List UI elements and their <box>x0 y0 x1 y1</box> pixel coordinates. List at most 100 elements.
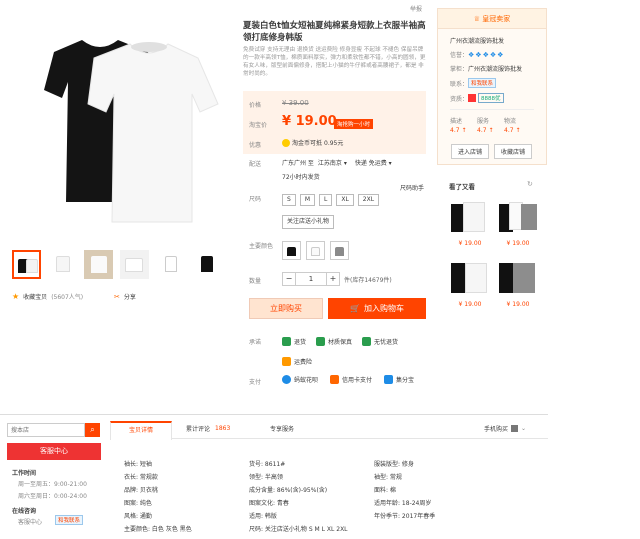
payment-jifenbao[interactable]: 集分宝 <box>384 375 414 384</box>
attr-item: 袖长: 短袖 <box>124 461 152 468</box>
recommend-item-3[interactable]: ¥ 19.00 <box>449 257 491 308</box>
recommend-item-4[interactable]: ¥ 19.00 <box>497 257 539 308</box>
report-link[interactable]: 举报 <box>410 4 422 13</box>
weekday-hours: 周一至周五：9:00-21:00 <box>18 481 87 488</box>
size-option-m[interactable]: M <box>299 194 315 206</box>
color-label: 主要颜色 <box>249 243 274 250</box>
favorite-count: (5607人气) <box>51 294 84 301</box>
qr-code-icon <box>511 425 519 432</box>
attr-item: 衣长: 常规款 <box>124 474 158 481</box>
recommend-item-1[interactable]: ¥ 19.00 <box>449 196 491 247</box>
tab-reviews[interactable]: 累计评论 1863 <box>186 424 230 433</box>
promise-material[interactable]: 材质保真 <box>316 336 352 346</box>
thumbnail-2[interactable] <box>48 250 77 279</box>
mobile-buy[interactable]: 手机购买 ⌄ <box>484 424 526 433</box>
promo-badge: 淘抢购一小时 <box>334 119 374 129</box>
return-icon <box>282 336 291 346</box>
credit-label: 信誉： <box>450 52 469 59</box>
size-helper-link[interactable]: 尺码助手 <box>400 183 424 192</box>
tab-reviews-count: 1863 <box>215 425 231 432</box>
size-option-gift[interactable]: 关注店送小礼物 <box>282 215 335 229</box>
collect-shop-button[interactable]: 收藏店铺 <box>494 144 533 159</box>
buy-now-button[interactable]: 立即购买 <box>249 298 323 319</box>
promo-price-label: 淘宝价 <box>249 122 268 129</box>
thumbnail-6[interactable] <box>192 250 221 279</box>
detail-tabs: 宝贝详情 累计评论 1863 专享服务 手机购买 ⌄ <box>110 421 548 440</box>
promise-worry-free-label: 无忧退货 <box>374 338 399 346</box>
thumbnail-4[interactable] <box>120 250 149 279</box>
recommend-price-4: ¥ 19.00 <box>506 301 530 308</box>
worry-free-icon <box>362 336 372 346</box>
share-button[interactable]: ✂ 分享 <box>114 292 136 302</box>
quantity-stepper: − 1 + 件(库存14679件) <box>282 272 392 286</box>
payment-huabei-label: 蚂蚁花呗 <box>294 377 319 384</box>
tab-item-details[interactable]: 宝贝详情 <box>110 421 172 440</box>
enter-shop-button[interactable]: 进入店铺 <box>451 144 490 159</box>
quantity-decrease-button[interactable]: − <box>282 272 296 286</box>
color-option-white[interactable] <box>306 241 325 260</box>
online-contact-button[interactable]: 和我联系 <box>55 515 84 525</box>
attr-item: 图案: 纯色 <box>124 500 152 507</box>
ship-method-select[interactable]: 快递 免运费 ▾ <box>355 158 392 167</box>
attr-item: 适用年龄: 18-24周岁 <box>374 500 432 507</box>
attr-item: 袖型: 常规 <box>374 474 402 481</box>
huabei-icon <box>282 375 291 384</box>
mobile-buy-label: 手机购买 <box>484 426 509 433</box>
thumbnail-1[interactable] <box>12 250 41 279</box>
qualification-badge: 8888优 <box>478 93 504 103</box>
shipping-label: 配送 <box>249 161 262 168</box>
product-subtitle: 免费试穿 支持无理由 退换货 送运费险 修身显瘦 不起球 不褪色 保留吊牌的一款… <box>243 47 426 77</box>
color-option-gray[interactable] <box>330 241 349 260</box>
search-icon[interactable]: ⌕ <box>85 423 100 437</box>
promise-return[interactable]: 退货 <box>282 336 306 346</box>
promise-worry-free[interactable]: 无忧退货 <box>362 336 399 346</box>
size-option-l[interactable]: L <box>319 194 333 206</box>
size-option-2xl[interactable]: 2XL <box>357 194 380 206</box>
promise-list: 退货 材质保真 无忧退货 运费险 <box>282 335 432 367</box>
size-option-s[interactable]: S <box>282 194 296 206</box>
recommend-item-2[interactable]: ¥ 19.00 <box>497 196 539 247</box>
payment-jifenbao-label: 集分宝 <box>396 377 415 384</box>
seller-name[interactable]: 广州衣潮流服饰批发 <box>468 64 522 73</box>
online-service-name: 客服中心 <box>18 519 43 526</box>
contact-label: 联系： <box>450 80 469 88</box>
coin-text: 淘金币可抵 <box>292 140 323 147</box>
original-price: ¥ 39.00 <box>282 99 309 107</box>
attr-item: 尺码: 关注店送小礼物 S M L XL 2XL <box>249 526 348 533</box>
favorite-item[interactable]: ★ 收藏宝贝 (5607人气) <box>12 292 83 301</box>
thumbnail-5[interactable] <box>156 250 185 279</box>
attr-item: 品牌: 贝衣桃 <box>124 487 158 494</box>
attrs-column-2: 货号: 8611# 领型: 半高领 成分含量: 86%(含)-95%(含) 图案… <box>249 458 348 536</box>
price-label: 价格 <box>249 102 262 109</box>
quantity-increase-button[interactable]: + <box>326 272 340 286</box>
share-label: 分享 <box>123 294 136 301</box>
ship-to-select[interactable]: 江苏南京 ▾ <box>318 158 347 167</box>
refresh-icon[interactable]: ↻ <box>527 180 533 188</box>
see-also-grid: ¥ 19.00 ¥ 19.00 ¥ 19.00 ¥ 19.00 <box>449 196 541 308</box>
shop-header-label: 皇冠卖家 <box>482 15 511 23</box>
promise-freight[interactable]: 运费险 <box>282 356 312 366</box>
promo-price: ¥ 19.00 <box>282 114 337 129</box>
quantity-input[interactable]: 1 <box>296 272 326 286</box>
material-icon <box>316 336 326 346</box>
rating-desc-value: 4.7 ↑ <box>450 127 467 134</box>
tab-exclusive-service[interactable]: 专享服务 <box>270 424 294 433</box>
add-to-cart-button[interactable]: 🛒 加入购物车 <box>328 298 426 319</box>
main-product-image[interactable] <box>12 12 242 242</box>
coin-offer: 淘金币可抵 0.95元 <box>282 138 343 147</box>
contact-seller-button[interactable]: 和我联系 <box>468 78 497 88</box>
discount-label: 优惠 <box>249 142 262 149</box>
payment-huabei[interactable]: 蚂蚁花呗 <box>282 375 318 384</box>
size-option-xl[interactable]: XL <box>336 194 354 206</box>
color-option-black[interactable] <box>282 241 301 260</box>
rating-logistics-label: 物流 <box>504 118 517 125</box>
payment-label: 支付 <box>249 379 262 386</box>
shop-name[interactable]: 广州衣潮流服饰批发 <box>450 36 534 45</box>
credit-diamond-icons: ❖❖❖❖❖ <box>468 50 505 59</box>
shop-search-input[interactable] <box>7 423 85 437</box>
payment-credit-card[interactable]: 信用卡支付 <box>330 375 372 384</box>
shipping-info: 广东广州 至 江苏南京 ▾ 快递 免运费 ▾ <box>282 158 392 167</box>
freight-icon <box>282 356 291 366</box>
coin-icon <box>282 138 290 147</box>
thumbnail-3[interactable] <box>84 250 113 279</box>
